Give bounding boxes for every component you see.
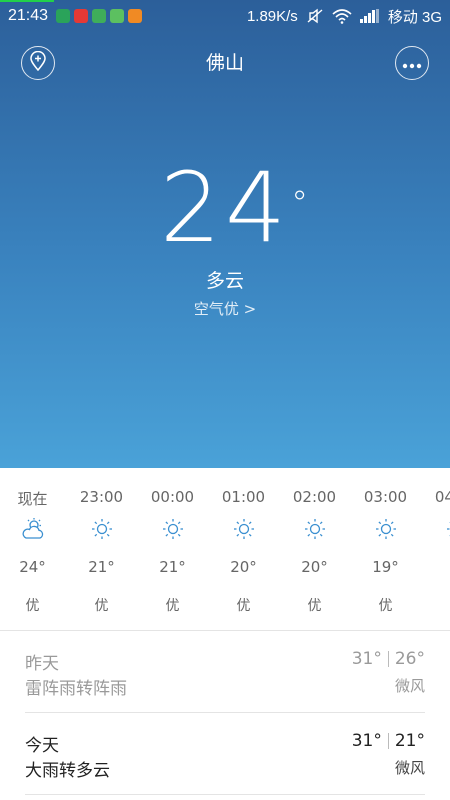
day-temperatures: 31° 21° <box>352 731 425 751</box>
row-divider <box>25 794 425 795</box>
hour-temperature: 19° <box>372 558 399 576</box>
current-temperature: 24 ° <box>160 160 308 256</box>
hour-time: 04:00 <box>434 488 450 506</box>
sunny-icon <box>137 518 208 540</box>
hourly-forecast[interactable]: 现在 24° 优 23:00 21° 优 00:00 21° 优 01:00 2… <box>0 468 450 630</box>
day-description: 大雨转多云 <box>25 761 110 781</box>
day-low: 21° <box>394 731 425 751</box>
day-wind: 微风 <box>394 759 425 777</box>
carrier-label: 移动 3G <box>387 8 442 26</box>
degree-symbol: ° <box>291 184 313 224</box>
hour-air-quality: 优 <box>94 598 109 614</box>
app-notification-icon <box>56 9 71 23</box>
weather-hero: 21:43 1.89K/s 移动 3G 佛山 24 ° 多云 空气优 > <box>0 0 450 468</box>
app-notification-icon <box>128 9 143 23</box>
status-time: 21:43 <box>8 7 49 24</box>
daily-row-today[interactable]: 今天 大雨转多云 31° 21° 微风 <box>25 713 425 793</box>
hour-temperature: 21° <box>88 558 115 576</box>
hour-temperature: 20° <box>301 558 328 576</box>
more-options-button[interactable] <box>395 46 429 80</box>
hour-time: 03:00 <box>363 488 408 506</box>
city-name: 佛山 <box>205 52 244 74</box>
temp-separator <box>387 733 389 749</box>
day-high: 31° <box>351 731 382 751</box>
mute-icon <box>306 8 324 24</box>
day-temperatures: 31° 26° <box>352 649 425 669</box>
day-low: 26° <box>394 649 425 669</box>
hour-time: 00:00 <box>150 488 195 506</box>
air-quality-link[interactable]: 空气优 > <box>0 298 450 319</box>
network-speed: 1.89K/s <box>246 7 298 25</box>
app-notification-icon <box>92 9 107 23</box>
hour-time: 01:00 <box>221 488 266 506</box>
partly-cloudy-icon <box>0 518 68 540</box>
hour-temperature: 24° <box>19 558 46 576</box>
app-notification-icon <box>74 9 89 23</box>
day-description: 雷阵雨转阵雨 <box>25 679 127 699</box>
sunny-icon <box>66 518 137 540</box>
hour-temperature: 20° <box>230 558 257 576</box>
temperature-value: 24 <box>159 152 291 264</box>
hour-temperature: 21° <box>159 558 186 576</box>
hour-time: 02:00 <box>292 488 337 506</box>
sunny-icon <box>350 518 421 540</box>
current-condition: 多云 <box>205 270 244 292</box>
more-icon <box>402 54 422 73</box>
day-name: 今天 <box>25 736 59 756</box>
temp-separator <box>387 651 389 667</box>
current-temperature-block: 24 ° <box>0 160 450 256</box>
hour-air-quality: 优 <box>378 598 393 614</box>
day-name: 昨天 <box>25 654 59 674</box>
hour-time: 23:00 <box>79 488 124 506</box>
sunny-icon <box>421 518 450 540</box>
daily-row-yesterday[interactable]: 昨天 雷阵雨转阵雨 31° 26° 微风 <box>25 631 425 711</box>
sunny-icon <box>279 518 350 540</box>
hour-time: 现在 <box>17 490 48 508</box>
sunny-icon <box>208 518 279 540</box>
signal-icon <box>359 9 380 23</box>
wifi-icon <box>332 8 352 24</box>
notification-icons <box>56 9 143 23</box>
status-bar: 21:43 1.89K/s 移动 3G <box>0 0 450 32</box>
hour-air-quality: 优 <box>307 598 322 614</box>
day-wind: 微风 <box>394 677 425 695</box>
hour-air-quality: 优 <box>236 598 251 614</box>
app-notification-icon <box>110 9 125 23</box>
day-high: 31° <box>351 649 382 669</box>
hour-air-quality: 优 <box>25 598 40 614</box>
hour-air-quality: 优 <box>165 598 180 614</box>
